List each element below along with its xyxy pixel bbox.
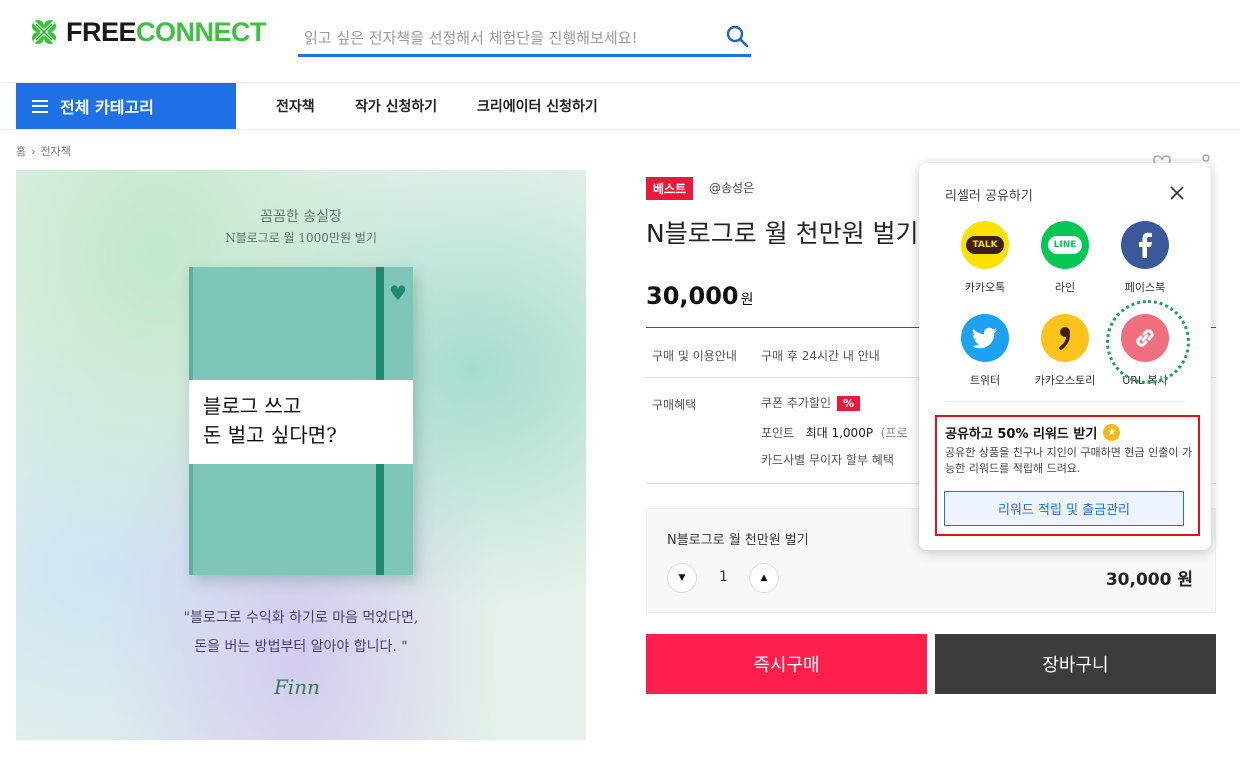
quantity-increase-button[interactable]: ▲ [749, 563, 779, 593]
point-value: 최대 1,000P [805, 426, 874, 440]
point-label: 포인트 [761, 426, 795, 440]
point-benefit: 포인트 최대 1,000P (프로 [761, 424, 907, 441]
all-categories-label: 전체 카테고리 [60, 98, 154, 117]
cover-quote-line-1: "블로그로 수익화 하기로 마음 먹었다면, [183, 610, 419, 626]
close-icon[interactable] [1169, 185, 1185, 201]
logo-text: FREECONNECT [66, 16, 267, 48]
price-value: 30,000 [646, 282, 739, 310]
search-icon[interactable] [725, 24, 751, 50]
clover-logo-icon [28, 16, 60, 48]
breadcrumb-separator: › [31, 144, 36, 158]
purchase-guide-label: 구매 및 이용안내 [652, 349, 737, 363]
reward-manage-button[interactable]: 리워드 적립 및 출금관리 [944, 491, 1184, 526]
reward-section: 공유하고 50% 리워드 받기 ★ 공유한 상품을 친구나 지인이 구매하면 현… [935, 415, 1200, 536]
line-icon: LINE [1041, 221, 1089, 269]
share-label-twitter: 트위터 [969, 374, 1001, 387]
share-divider [945, 401, 1185, 402]
breadcrumb: 홈 › 전자책 [16, 143, 71, 159]
price-unit: 원 [740, 292, 754, 308]
cover-signature: Finn [274, 675, 321, 699]
nav-divider [0, 129, 1240, 130]
cover-subtitle: N블로그로 월 1000만원 벌기 [225, 231, 377, 245]
product-price: 30,000 원 [646, 282, 754, 310]
share-popup-title: 리셀러 공유하기 [945, 189, 1033, 204]
coupon-benefit: 쿠폰 추가할인% [761, 394, 861, 411]
share-label-kakaotalk: 카카오톡 [964, 281, 1006, 294]
purchase-guide-value: 구매 후 24시간 내 안내 [761, 349, 880, 363]
share-facebook[interactable]: 페이스북 [1105, 221, 1185, 295]
line-icon-text: LINE [1047, 236, 1083, 254]
twitter-icon [961, 314, 1009, 362]
breadcrumb-home[interactable]: 홈 [16, 143, 26, 159]
all-categories-button[interactable]: 전체 카테고리 [16, 83, 236, 129]
share-kakaotalk[interactable]: TALK 카카오톡 [945, 221, 1025, 295]
logo[interactable]: FREECONNECT [28, 16, 267, 48]
nav-ebook[interactable]: 전자책 [276, 96, 315, 116]
url-copy-highlight-ring [1106, 300, 1190, 384]
seller-name[interactable]: @송성은 [709, 179, 754, 196]
option-name: N블로그로 월 천만원 벌기 [667, 533, 809, 548]
share-kakaostory[interactable]: 카카오스토리 [1025, 314, 1105, 388]
coupon-text: 쿠폰 추가할인 [761, 396, 832, 410]
nav-author-apply[interactable]: 작가 신청하기 [355, 96, 437, 116]
nav-creator-apply[interactable]: 크리에이터 신청하기 [477, 96, 598, 116]
card-benefit: 카드사별 무이자 할부 혜택 [761, 453, 894, 467]
option-price: 30,000 원 [1105, 570, 1193, 590]
reward-description: 공유한 상품을 친구나 지인이 구매하면 현금 인출이 가능한 리워드를 적립해… [945, 446, 1193, 475]
kakaostory-icon [1041, 314, 1089, 362]
quantity-value: 1 [719, 569, 728, 585]
logo-text-free: FREE [66, 16, 137, 47]
add-to-cart-button[interactable]: 장바구니 [935, 634, 1216, 694]
cover-quote-line-2: 돈을 버는 방법부터 알아야 합니다. " [194, 639, 408, 655]
heart-icon: ♥ [389, 281, 407, 305]
quantity-decrease-button[interactable]: ▼ [667, 563, 697, 593]
band-line-1: 블로그 쓰고 [203, 394, 302, 418]
star-icon: ★ [1103, 424, 1121, 441]
coupon-badge[interactable]: % [837, 396, 861, 411]
book-illustration: ♥ 블로그 쓰고 돈 벌고 싶다면? [189, 267, 413, 575]
product-cover-image: 꼼꼼한 송실장 N블로그로 월 1000만원 벌기 ♥ 블로그 쓰고 돈 벌고 … [16, 170, 586, 740]
point-note: (프로 [880, 426, 908, 440]
share-label-facebook: 페이스북 [1124, 281, 1166, 294]
search-bar [298, 22, 751, 57]
logo-text-connect: CONNECT [136, 16, 267, 47]
share-twitter[interactable]: 트위터 [945, 314, 1025, 388]
book-band: 블로그 쓰고 돈 벌고 싶다면? [189, 380, 413, 464]
breadcrumb-current[interactable]: 전자책 [41, 143, 71, 159]
cover-author-line: 꼼꼼한 송실장 [260, 209, 342, 225]
reseller-share-popup: 리셀러 공유하기 TALK 카카오톡 LINE 라인 페이스북 트위터 카카오스… [919, 163, 1211, 550]
kakaotalk-icon: TALK [961, 221, 1009, 269]
kakaotalk-icon-text: TALK [966, 236, 1004, 254]
reward-title: 공유하고 50% 리워드 받기 ★ [945, 423, 1121, 442]
buy-now-button[interactable]: 즉시구매 [646, 634, 927, 694]
share-line[interactable]: LINE 라인 [1025, 221, 1105, 295]
share-label-kakaostory: 카카오스토리 [1034, 374, 1096, 387]
share-label-line: 라인 [1054, 281, 1076, 294]
facebook-icon [1121, 221, 1169, 269]
best-badge: 베스트 [646, 177, 694, 200]
benefit-label: 구매혜택 [652, 398, 697, 412]
product-title: N블로그로 월 천만원 벌기 [646, 219, 916, 248]
band-line-2: 돈 벌고 싶다면? [203, 423, 337, 447]
book-band-text: 블로그 쓰고 돈 벌고 싶다면? [203, 392, 337, 450]
search-input[interactable] [298, 23, 718, 53]
menu-icon [32, 99, 48, 113]
reward-title-text: 공유하고 50% 리워드 받기 [945, 427, 1098, 442]
